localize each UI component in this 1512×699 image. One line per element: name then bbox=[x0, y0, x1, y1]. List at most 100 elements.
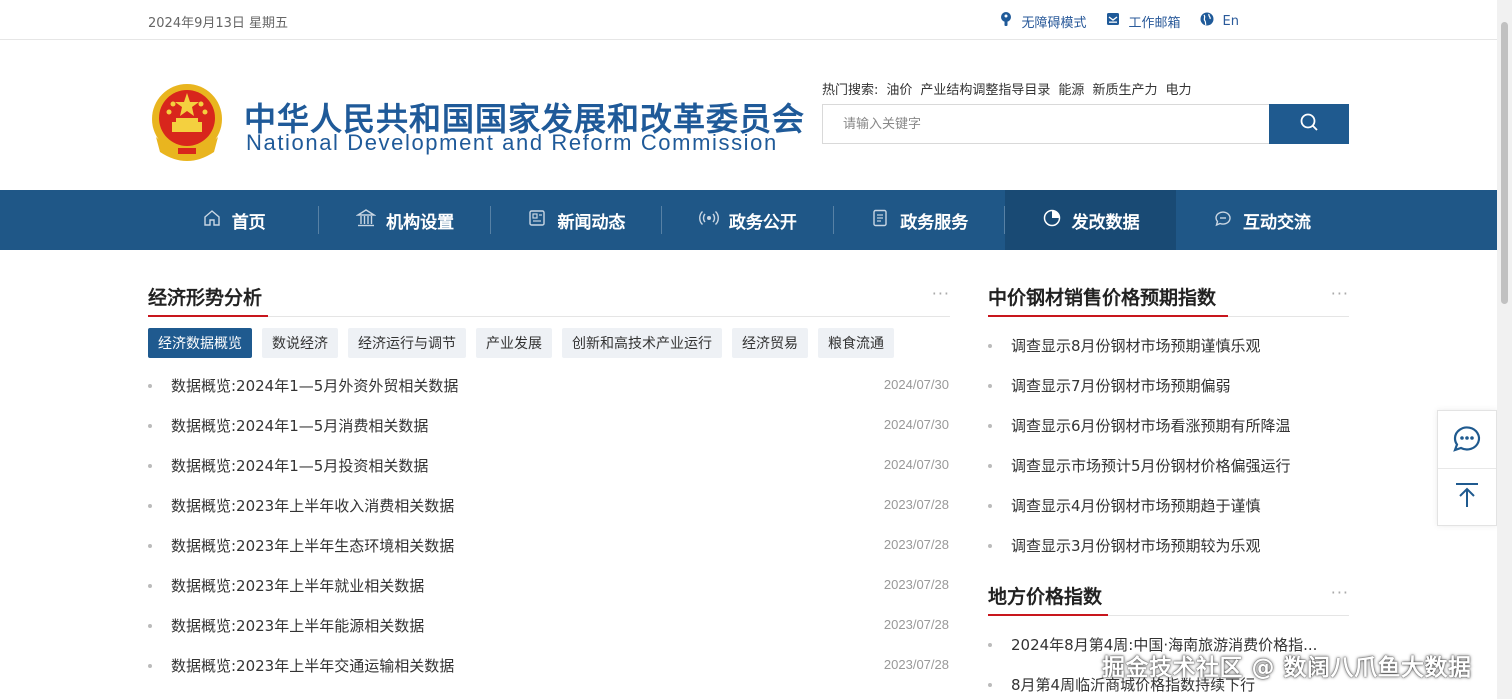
news-list: 数据概览:2024年1—5月外资外贸相关数据 2024/07/30 数据概览:20… bbox=[148, 366, 950, 686]
nav-item-label: 互动交流 bbox=[1243, 212, 1312, 233]
nav-item-services[interactable]: 政务服务 bbox=[834, 190, 1005, 250]
national-emblem-logo[interactable] bbox=[148, 82, 226, 164]
english-label: En bbox=[1222, 13, 1239, 29]
accessibility-mode-link[interactable]: 无障碍模式 bbox=[998, 11, 1087, 31]
news-title[interactable]: 调查显示8月份钢材市场预期谨慎乐观 bbox=[1011, 335, 1261, 356]
main-nav: 首页 机构设置 新闻动态 政务公开 政务服务 发改数据 互动交流 bbox=[0, 190, 1497, 250]
list-item[interactable]: 调查显示7月份钢材市场预期偏弱 bbox=[988, 365, 1349, 405]
section-title-underline bbox=[148, 315, 268, 317]
section-title: 地方价格指数 bbox=[988, 586, 1103, 608]
news-date: 2023/07/28 bbox=[883, 617, 949, 632]
section-title: 经济形势分析 bbox=[148, 287, 263, 309]
more-button[interactable]: ··· bbox=[1331, 284, 1349, 303]
site-header: 中华人民共和国国家发展和改革委员会 National Development a… bbox=[0, 40, 1497, 190]
current-date: 2024年9月13日 星期五 bbox=[148, 16, 289, 31]
news-title[interactable]: 数据概览:2023年上半年能源相关数据 bbox=[171, 615, 424, 636]
news-title[interactable]: 调查显示4月份钢材市场预期趋于谨慎 bbox=[1011, 495, 1261, 516]
back-to-top-button[interactable] bbox=[1438, 468, 1496, 525]
steel-news-list: 调查显示8月份钢材市场预期谨慎乐观 调查显示7月份钢材市场预期偏弱 调查显示6月… bbox=[988, 317, 1349, 565]
floating-toolbar bbox=[1437, 410, 1497, 526]
chat-button[interactable] bbox=[1438, 411, 1496, 468]
news-title[interactable]: 数据概览:2023年上半年生态环境相关数据 bbox=[171, 535, 454, 556]
list-item[interactable]: 数据概览:2024年1—5月投资相关数据 2024/07/30 bbox=[148, 446, 950, 486]
pie-chart-icon bbox=[1042, 208, 1062, 233]
tab-economy-talk[interactable]: 数说经济 bbox=[262, 328, 338, 358]
news-title[interactable]: 调查显示6月份钢材市场看涨预期有所降温 bbox=[1011, 415, 1291, 436]
list-item[interactable]: 数据概览:2023年上半年交通运输相关数据 2023/07/28 bbox=[148, 646, 950, 686]
more-button[interactable]: ··· bbox=[932, 284, 950, 303]
search-icon bbox=[1299, 112, 1319, 136]
scrollbar-thumb[interactable] bbox=[1501, 22, 1508, 304]
news-title[interactable]: 数据概览:2023年上半年就业相关数据 bbox=[171, 575, 424, 596]
category-tabs: 经济数据概览 数说经济 经济运行与调节 产业发展 创新和高技术产业运行 经济贸易… bbox=[148, 328, 894, 358]
tab-economic-data-overview[interactable]: 经济数据概览 bbox=[148, 328, 252, 358]
news-title[interactable]: 数据概览:2024年1—5月消费相关数据 bbox=[171, 415, 428, 436]
tab-grain-circulation[interactable]: 粮食流通 bbox=[818, 328, 894, 358]
list-item[interactable]: 调查显示4月份钢材市场预期趋于谨慎 bbox=[988, 485, 1349, 525]
hot-search-item[interactable]: 能源 bbox=[1058, 79, 1084, 98]
tab-innovation-hightech[interactable]: 创新和高技术产业运行 bbox=[562, 328, 722, 358]
hot-search-item[interactable]: 电力 bbox=[1165, 79, 1191, 98]
hot-searches: 热门搜索: 油价 产业结构调整指导目录 能源 新质生产力 电力 bbox=[822, 79, 1191, 98]
list-item[interactable]: 数据概览:2024年1—5月外资外贸相关数据 2024/07/30 bbox=[148, 366, 950, 406]
accessibility-mode-label: 无障碍模式 bbox=[1021, 15, 1087, 31]
nav-item-label: 机构设置 bbox=[386, 212, 455, 233]
tab-economic-trade[interactable]: 经济贸易 bbox=[732, 328, 808, 358]
news-title[interactable]: 调查显示3月份钢材市场预期较为乐观 bbox=[1011, 535, 1261, 556]
list-item[interactable]: 调查显示市场预计5月份钢材价格偏强运行 bbox=[988, 445, 1349, 485]
list-item[interactable]: 数据概览:2023年上半年收入消费相关数据 2023/07/28 bbox=[148, 486, 950, 526]
nav-item-institutions[interactable]: 机构设置 bbox=[319, 190, 491, 250]
nav-item-government-affairs[interactable]: 政务公开 bbox=[662, 190, 834, 250]
chat-icon bbox=[1213, 208, 1233, 233]
nav-item-interaction[interactable]: 互动交流 bbox=[1176, 190, 1347, 250]
news-title[interactable]: 数据概览:2023年上半年收入消费相关数据 bbox=[171, 495, 454, 516]
news-title[interactable]: 数据概览:2023年上半年交通运输相关数据 bbox=[171, 655, 454, 676]
nav-item-label: 新闻动态 bbox=[557, 212, 626, 233]
section-title-underline bbox=[988, 614, 1108, 616]
site-title-en: National Development and Reform Commissi… bbox=[246, 130, 778, 155]
list-item[interactable]: 数据概览:2023年上半年生态环境相关数据 2023/07/28 bbox=[148, 526, 950, 566]
news-date: 2024/07/30 bbox=[883, 457, 949, 472]
news-title[interactable]: 调查显示市场预计5月份钢材价格偏强运行 bbox=[1011, 455, 1291, 476]
news-date: 2023/07/28 bbox=[883, 657, 949, 672]
news-title[interactable]: 数据概览:2024年1—5月外资外贸相关数据 bbox=[171, 375, 458, 396]
watermark-text: 掘金技术社区 @ 数阔八爪鱼大数据 bbox=[1102, 655, 1472, 681]
globe-icon bbox=[1199, 11, 1215, 31]
news-date: 2023/07/28 bbox=[883, 537, 949, 552]
work-mail-link[interactable]: 工作邮箱 bbox=[1105, 11, 1181, 31]
news-date: 2024/07/30 bbox=[883, 417, 949, 432]
english-link[interactable]: En bbox=[1199, 11, 1239, 31]
page-scrollbar[interactable] bbox=[1497, 0, 1512, 699]
broadcast-icon bbox=[698, 208, 719, 233]
section-title-underline bbox=[988, 315, 1228, 317]
hot-search-item[interactable]: 产业结构调整指导目录 bbox=[920, 79, 1050, 98]
list-item[interactable]: 数据概览:2024年1—5月消费相关数据 2024/07/30 bbox=[148, 406, 950, 446]
institution-icon bbox=[355, 208, 377, 233]
list-item[interactable]: 数据概览:2023年上半年能源相关数据 2023/07/28 bbox=[148, 606, 950, 646]
nav-item-label: 首页 bbox=[231, 212, 266, 233]
nav-item-news[interactable]: 新闻动态 bbox=[491, 190, 663, 250]
news-title[interactable]: 数据概览:2024年1—5月投资相关数据 bbox=[171, 455, 428, 476]
steel-price-index-section: 中价钢材销售价格预期指数 ··· 调查显示8月份钢材市场预期谨慎乐观 调查显示7… bbox=[988, 270, 1349, 565]
hot-search-item[interactable]: 油价 bbox=[886, 79, 912, 98]
section-title: 中价钢材销售价格预期指数 bbox=[988, 287, 1217, 309]
nav-item-label: 政务公开 bbox=[728, 212, 797, 233]
search-input[interactable] bbox=[823, 105, 1269, 143]
list-item[interactable]: 调查显示8月份钢材市场预期谨慎乐观 bbox=[988, 325, 1349, 365]
search-button[interactable] bbox=[1269, 104, 1349, 144]
top-links: 无障碍模式 工作邮箱 En bbox=[998, 11, 1239, 31]
hot-search-item[interactable]: 新质生产力 bbox=[1092, 79, 1157, 98]
nav-item-data[interactable]: 发改数据 bbox=[1004, 190, 1177, 250]
nav-item-home[interactable]: 首页 bbox=[148, 190, 320, 250]
hot-searches-label: 热门搜索: bbox=[822, 83, 879, 98]
news-icon bbox=[527, 208, 547, 233]
tab-economic-operation[interactable]: 经济运行与调节 bbox=[348, 328, 466, 358]
list-item[interactable]: 数据概览:2023年上半年就业相关数据 2023/07/28 bbox=[148, 566, 950, 606]
news-title[interactable]: 调查显示7月份钢材市场预期偏弱 bbox=[1011, 375, 1231, 396]
list-item[interactable]: 调查显示6月份钢材市场看涨预期有所降温 bbox=[988, 405, 1349, 445]
list-item[interactable]: 调查显示3月份钢材市场预期较为乐观 bbox=[988, 525, 1349, 565]
more-button[interactable]: ··· bbox=[1331, 583, 1349, 602]
tab-industry-development[interactable]: 产业发展 bbox=[476, 328, 552, 358]
news-date: 2024/07/30 bbox=[883, 377, 949, 392]
chat-bubble-icon bbox=[1451, 422, 1483, 458]
